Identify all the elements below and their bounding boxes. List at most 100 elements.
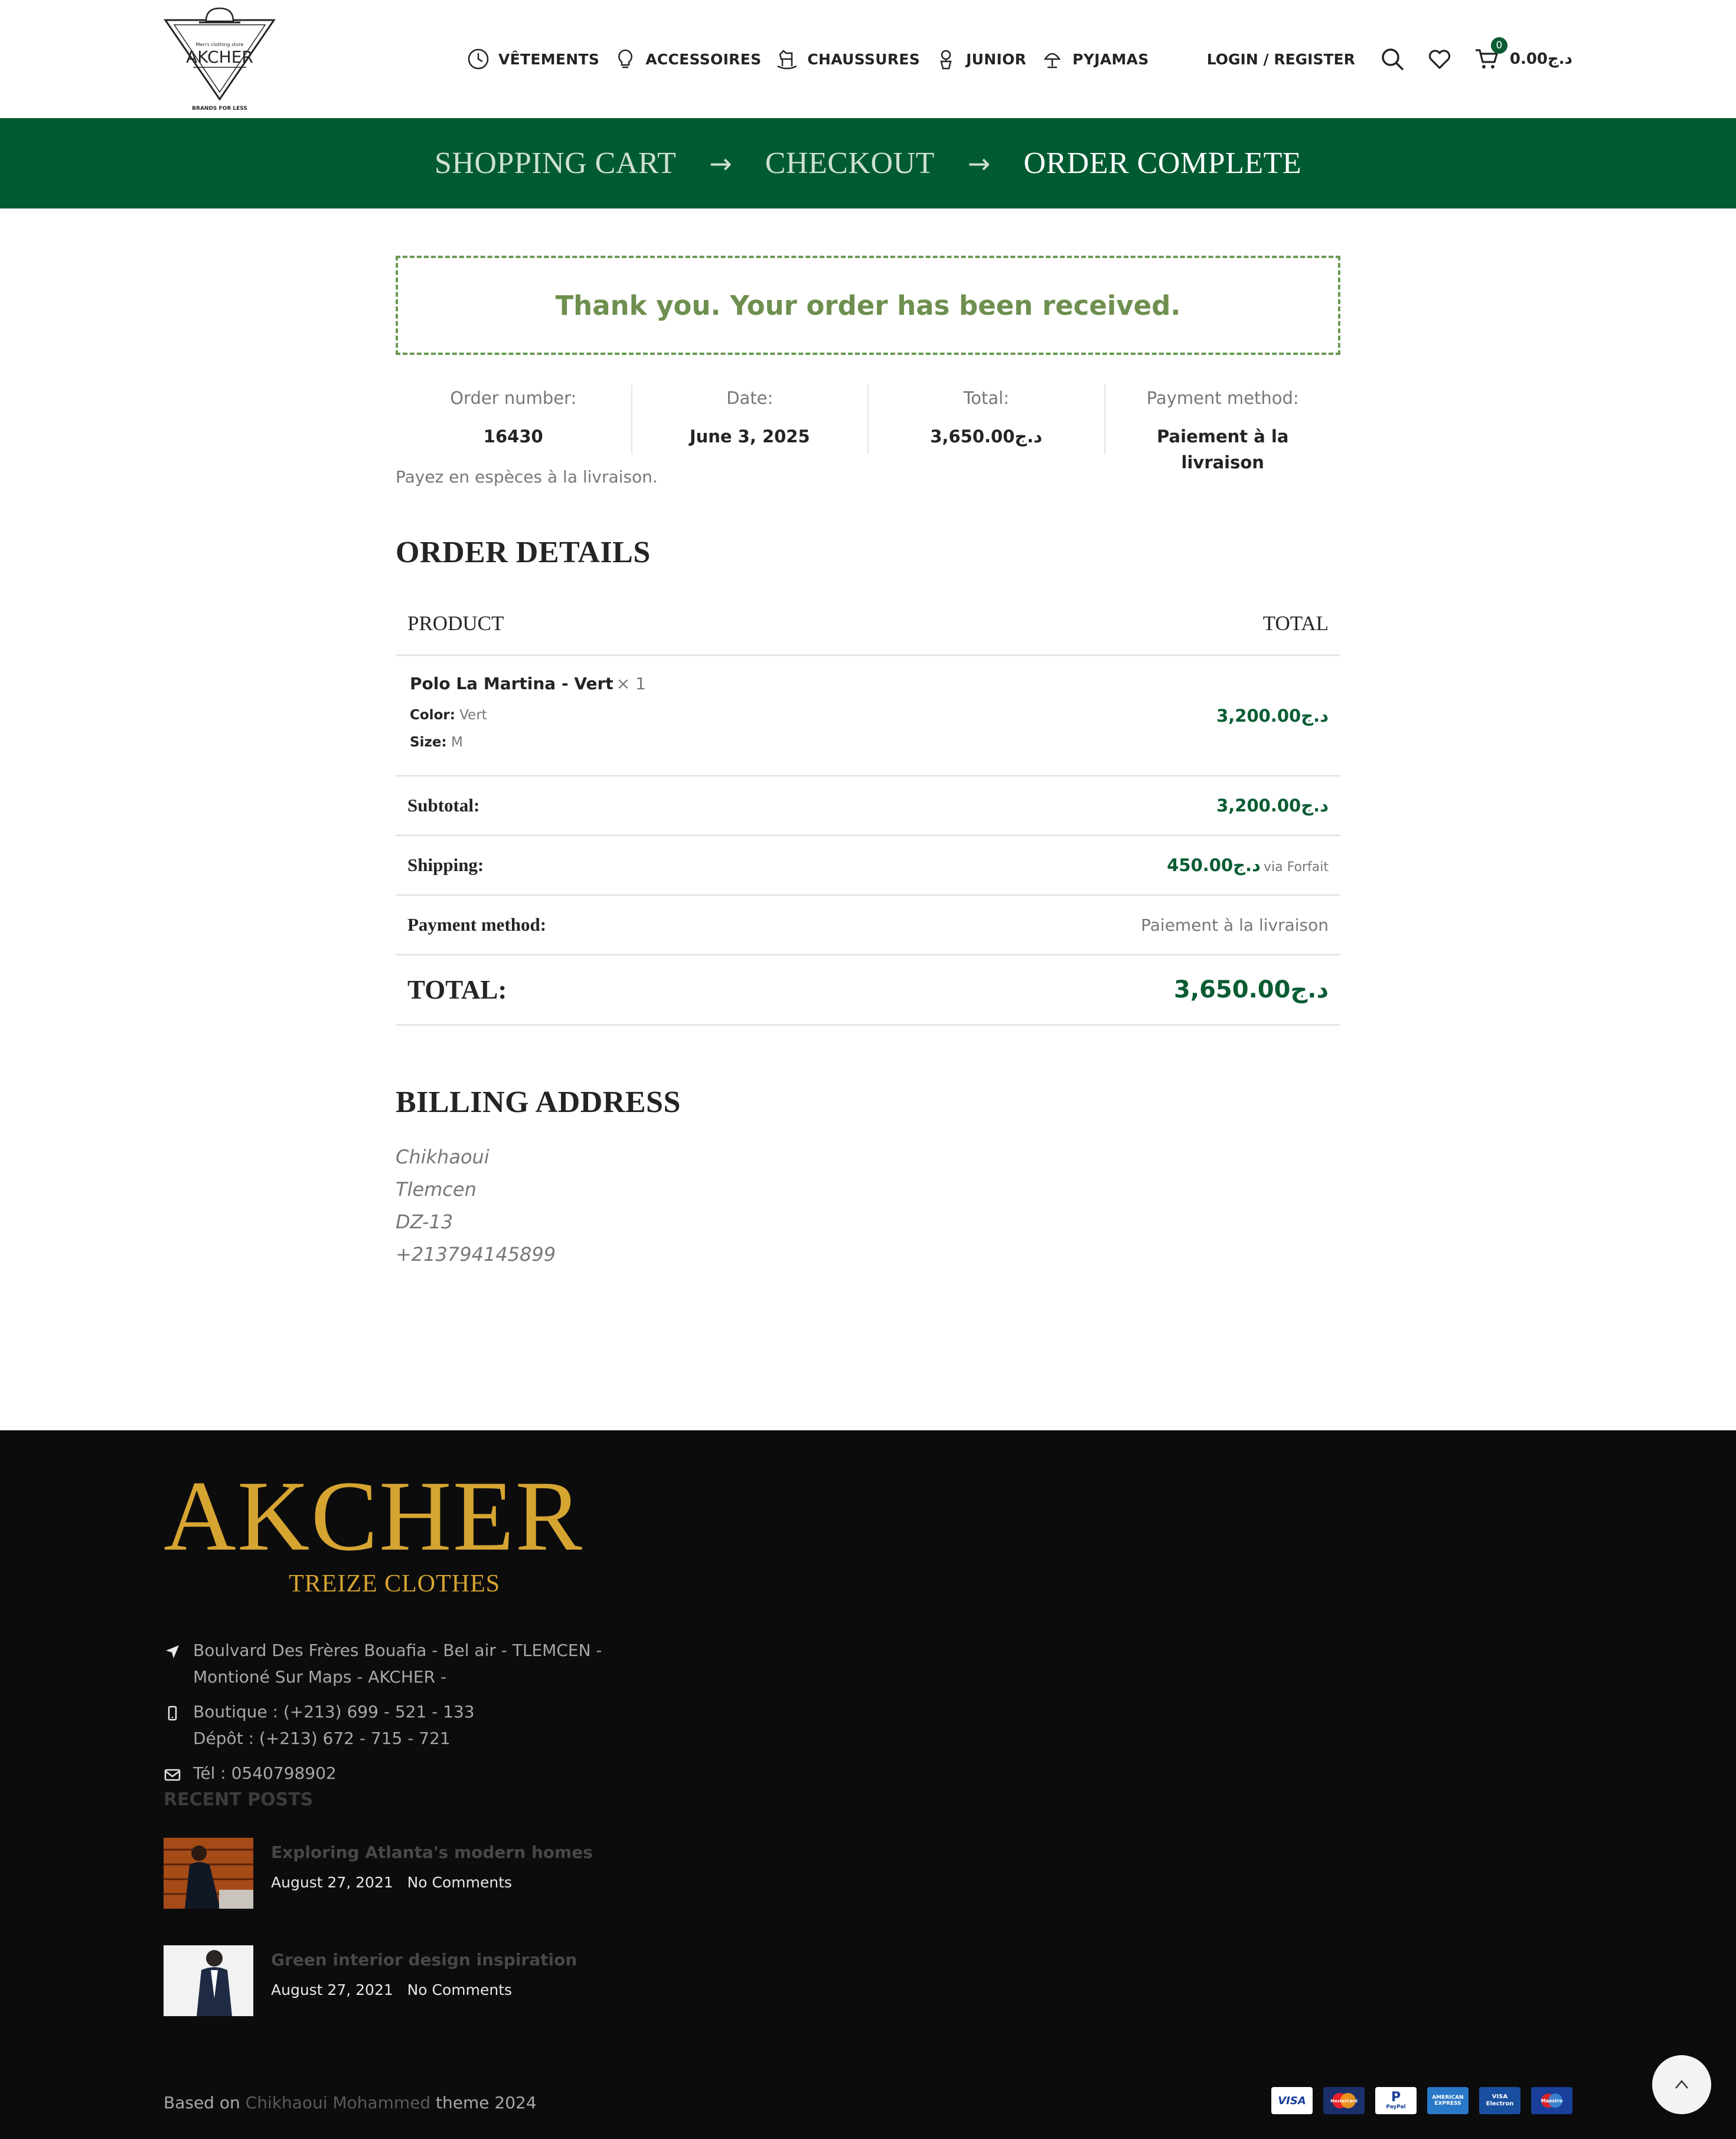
svg-text:AKCHER: AKCHER [186, 47, 253, 67]
mastercard-icon: MasterCard [1323, 2087, 1365, 2114]
nav-label: PYJAMAS [1072, 50, 1149, 68]
lamp-icon [1043, 53, 1061, 69]
phone-line: Boutique : (+213) 699 - 521 - 133 [193, 1702, 475, 1721]
step-shopping-cart[interactable]: SHOPPING CART [435, 146, 676, 181]
billing-line: Chikhaoui [396, 1146, 490, 1168]
billing-line: +213794145899 [396, 1243, 556, 1266]
overview-label: Payment method: [1146, 388, 1299, 408]
overview-label: Date: [726, 388, 774, 408]
order-total-value: 3,650.00د.ج [918, 954, 1340, 1026]
tel-row: Tél : 0540798902 [164, 1760, 602, 1786]
order-received-notice: Thank you. Your order has been received. [396, 256, 1340, 355]
paypal-icon: P PayPal [1375, 2087, 1417, 2114]
site-logo[interactable]: Men's clothing store AKCHER BRANDS FOR L… [164, 5, 276, 114]
maestro-icon: Maestro [1531, 2087, 1572, 2114]
step-checkout[interactable]: CHECKOUT [765, 146, 935, 181]
nav-item-vetements[interactable]: VÊTEMENTS [466, 47, 599, 71]
nav-label: VÊTEMENTS [498, 50, 600, 68]
product-size: Size: M [410, 729, 907, 756]
shipping-row: Shipping: 450.00د.ج via Forfait [396, 835, 1340, 896]
cart-total[interactable]: 0.00د.ج [1510, 50, 1572, 68]
nav-item-chaussures[interactable]: CHAUSSURES [775, 47, 920, 71]
order-total-label: TOTAL: [396, 954, 919, 1026]
phone-row: Boutique : (+213) 699 - 521 - 133 Dépôt … [164, 1698, 602, 1752]
credit-author-link[interactable]: Chikhaoui Mohammed [246, 2093, 431, 2112]
footer-logo[interactable]: AKCHER TREIZE CLOTHES [164, 1466, 583, 1598]
login-register-link[interactable]: LOGIN / REGISTER [1207, 51, 1355, 68]
overview-label: Total: [963, 388, 1010, 408]
subtotal-label: Subtotal: [396, 775, 919, 836]
payment-method-label: Payment method: [396, 895, 919, 956]
nav-item-pyjamas[interactable]: PYJAMAS [1040, 47, 1148, 71]
header-actions: LOGIN / REGISTER 0 0.00د.ج [1207, 37, 1572, 77]
size-label: Size: [410, 735, 447, 750]
cart-count-badge: 0 [1490, 37, 1507, 54]
checkout-steps: SHOPPING CART → CHECKOUT → ORDER COMPLET… [0, 118, 1736, 208]
order-item-row: Polo La Martina - Vert × 1 Color: Vert S… [396, 655, 1340, 777]
payment-method-row: Payment method: Paiement à la livraison [396, 895, 1340, 956]
overview-payment-method: Payment method: Paiement à la livraison [1105, 384, 1341, 472]
location-arrow-icon [166, 1645, 179, 1658]
step-arrow: → [709, 147, 732, 180]
shipping-label: Shipping: [396, 835, 919, 896]
order-received-content: Thank you. Your order has been received.… [396, 256, 1340, 1271]
nav-item-junior[interactable]: JUNIOR [934, 47, 1026, 71]
col-product-header: PRODUCT [396, 592, 919, 656]
rocking-horse-icon [777, 50, 797, 70]
step-order-complete: ORDER COMPLETE [1023, 146, 1302, 180]
table-header-row: PRODUCT TOTAL [396, 592, 1340, 656]
tel-line: Tél : 0540798902 [193, 1763, 337, 1783]
credit-suffix: theme 2024 [430, 2093, 537, 2112]
order-overview: Order number: 16430 Date: June 3, 2025 T… [396, 384, 1341, 472]
post-title-link[interactable]: Green interior design inspiration [271, 1950, 577, 1970]
mobile-phone-icon [168, 1706, 177, 1721]
footer-contact: Boulvard Des Frères Bouafia - Bel air - … [164, 1637, 602, 1795]
product-name-link[interactable]: Polo La Martina - Vert [410, 674, 614, 693]
order-details-title: ORDER DETAILS [396, 536, 651, 569]
item-total: 3,200.00د.ج [918, 655, 1340, 777]
scroll-to-top-button[interactable] [1652, 2055, 1711, 2114]
address-line: Boulvard Des Frères Bouafia - Bel air - … [193, 1641, 602, 1660]
overview-total: Total: 3,650.00د.ج [869, 384, 1105, 454]
plant-icon [940, 50, 952, 70]
overview-value: June 3, 2025 [689, 426, 810, 446]
overview-value: 16430 [483, 426, 543, 446]
svg-text:Men's clothing store: Men's clothing store [196, 42, 244, 47]
recent-post: Exploring Atlanta's modern homes August … [164, 1838, 593, 1909]
overview-value: Paiement à la livraison [1157, 426, 1289, 472]
clock-icon [468, 48, 489, 70]
subtotal-row: Subtotal: 3,200.00د.ج [396, 775, 1340, 836]
cart-button[interactable]: 0 [1473, 37, 1507, 73]
billing-line: Tlemcen [396, 1178, 477, 1201]
subtotal-value: 3,200.00د.ج [918, 775, 1340, 836]
order-total-row: TOTAL: 3,650.00د.ج [396, 954, 1340, 1026]
svg-text:BRANDS FOR LESS: BRANDS FOR LESS [192, 106, 247, 112]
overview-label: Order number: [450, 388, 577, 408]
site-header: Men's clothing store AKCHER BRANDS FOR L… [0, 0, 1736, 118]
post-comments-link[interactable]: No Comments [407, 1874, 512, 1891]
visa-electron-icon: VISA Electron [1479, 2087, 1520, 2114]
overview-value: 3,650.00د.ج [930, 426, 1043, 446]
address-line: Montioné Sur Maps - AKCHER - [193, 1667, 447, 1687]
site-footer: AKCHER TREIZE CLOTHES Boulvard Des Frère… [0, 1430, 1736, 2139]
post-date: August 27, 2021 [271, 1981, 393, 1998]
col-total-header: TOTAL [918, 592, 1340, 656]
chevron-up-icon [1675, 2080, 1688, 2089]
footer-logo-wordmark: AKCHER [164, 1460, 583, 1571]
credit-prefix: Based on [164, 2093, 246, 2112]
search-icon[interactable] [1379, 45, 1406, 73]
payment-icons: VISA MasterCard P PayPal AMERICAN EXPRESS… [1261, 2087, 1572, 2114]
post-thumbnail[interactable] [164, 1838, 253, 1909]
post-comments-link[interactable]: No Comments [407, 1981, 512, 1998]
billing-line: DZ-13 [396, 1211, 453, 1233]
amex-icon: AMERICAN EXPRESS [1427, 2087, 1469, 2114]
mastercard-circles: MasterCard [1330, 2093, 1358, 2108]
shipping-value: 450.00د.ج [1167, 855, 1261, 875]
heart-icon[interactable] [1426, 45, 1453, 73]
footer-credit: Based on Chikhaoui Mohammed theme 2024 [164, 2093, 537, 2112]
post-thumbnail[interactable] [164, 1945, 253, 2016]
nav-label: JUNIOR [966, 50, 1027, 68]
maestro-circles: Maestro [1541, 2094, 1563, 2108]
nav-item-accessoires[interactable]: ACCESSOIRES [614, 47, 761, 71]
post-title-link[interactable]: Exploring Atlanta's modern homes [271, 1843, 593, 1862]
